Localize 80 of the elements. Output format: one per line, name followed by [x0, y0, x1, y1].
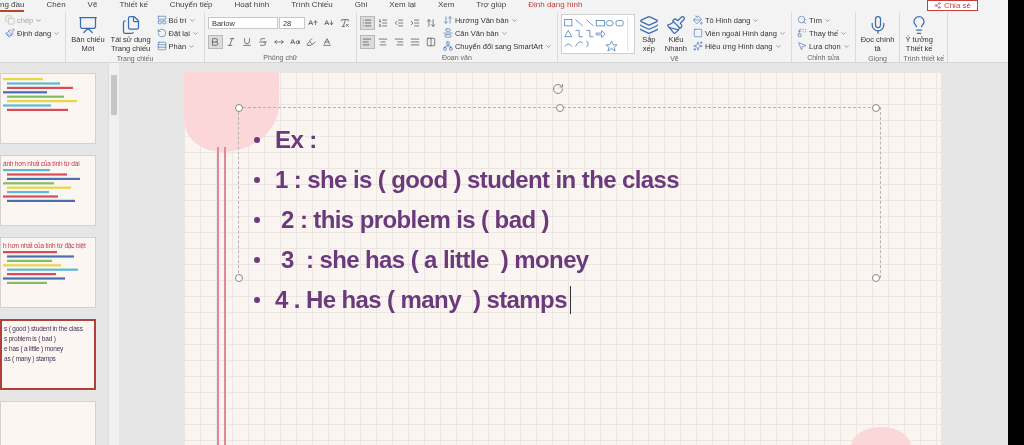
font-shrink-icon	[324, 18, 335, 28]
caret-icon	[752, 16, 760, 24]
numbered-list-icon	[378, 18, 389, 28]
clear-format-icon	[340, 18, 351, 28]
caret-icon	[53, 29, 61, 37]
resize-handle[interactable]	[235, 274, 243, 282]
format-button[interactable]	[359, 16, 375, 30]
shapes-gallery[interactable]	[560, 14, 635, 54]
bullet-text: 2 : this problem is ( bad )	[280, 206, 549, 234]
paintbrush-icon	[665, 15, 686, 35]
smartart-icon	[442, 41, 453, 51]
slide-icon	[77, 15, 98, 35]
ribbon-tab[interactable]: Định dạng hình	[528, 0, 583, 12]
resize-handle[interactable]	[235, 104, 243, 112]
ribbon-tab[interactable]: Chèn	[46, 0, 66, 12]
caret-icon	[823, 16, 831, 24]
bullet-icon	[254, 257, 260, 263]
align-right-icon	[394, 37, 405, 47]
copy-icon	[5, 15, 15, 25]
caret-icon	[544, 42, 552, 50]
resize-handle[interactable]	[872, 104, 880, 112]
rotate-handle-icon[interactable]	[552, 83, 564, 95]
spacing-icon	[274, 37, 285, 47]
justify-icon	[410, 37, 421, 47]
align-center-icon	[378, 37, 389, 47]
bullet-list-icon	[362, 18, 373, 28]
bullet-text: 1 : she is ( good ) student in the class	[275, 166, 680, 194]
share-button[interactable]: Chia sẻ	[926, 0, 978, 11]
share-icon	[933, 2, 941, 9]
bold-icon	[210, 37, 221, 47]
align-text-icon	[442, 28, 453, 38]
search-icon	[796, 15, 807, 25]
reset-icon	[156, 28, 167, 38]
font-grow-icon	[308, 18, 319, 28]
highlighter-icon	[306, 37, 317, 47]
bullet-text: 3 : she has ( a little ) money	[280, 246, 589, 274]
layout-icon	[156, 15, 167, 25]
caret-icon	[35, 16, 43, 24]
italic-icon	[226, 37, 237, 47]
case-icon	[290, 37, 301, 47]
text-cursor	[569, 286, 571, 314]
ribbon-tab[interactable]: Xem lại	[389, 0, 416, 12]
line-spacing-icon	[426, 18, 437, 28]
square-icon	[692, 28, 703, 38]
ribbon-tab[interactable]: Trợ giúp	[476, 0, 507, 12]
outdent-icon	[394, 18, 405, 28]
text-direction-icon	[442, 15, 453, 25]
resize-handle[interactable]	[872, 274, 880, 282]
ribbon-tab[interactable]: Trình Chiếu	[291, 0, 333, 12]
bullet-text: 4 . He has ( many ) stamps	[275, 286, 567, 314]
scrollbar[interactable]	[108, 63, 119, 445]
indent-icon	[410, 18, 421, 28]
bullet-icon	[254, 137, 260, 143]
format-button[interactable]	[207, 35, 223, 49]
ribbon-tab[interactable]: Ghi	[354, 0, 368, 12]
ribbon-tab[interactable]: Thiết kế	[119, 0, 148, 12]
bullet-text: Ex :	[275, 126, 317, 154]
align-left-icon	[362, 37, 373, 47]
ribbon-tab[interactable]: Xem	[437, 0, 455, 12]
bullet-icon	[254, 217, 260, 223]
paintbrush-icon	[5, 28, 15, 38]
bullet-icon	[254, 297, 260, 303]
slide-thumbnail[interactable]	[0, 73, 96, 144]
font-color-icon	[322, 37, 333, 47]
replace-icon	[796, 28, 807, 38]
underline-icon	[242, 37, 253, 47]
pointer-icon	[796, 41, 807, 51]
ribbon-tab[interactable]: Vẽ	[87, 0, 98, 12]
rows-icon	[156, 41, 167, 51]
paint-bucket-icon	[692, 15, 703, 25]
ribbon-tab[interactable]: Chuyển tiếp	[169, 0, 213, 12]
bullet-icon	[254, 177, 260, 183]
resize-handle[interactable]	[556, 104, 564, 112]
strikethrough-icon	[258, 37, 269, 47]
sparkles-icon	[692, 41, 703, 51]
files-icon	[120, 15, 141, 35]
ribbon-tab[interactable]: Hoạt hình	[234, 0, 270, 12]
format-button[interactable]	[359, 35, 375, 49]
layers-icon	[638, 15, 659, 35]
columns-icon	[426, 37, 437, 47]
